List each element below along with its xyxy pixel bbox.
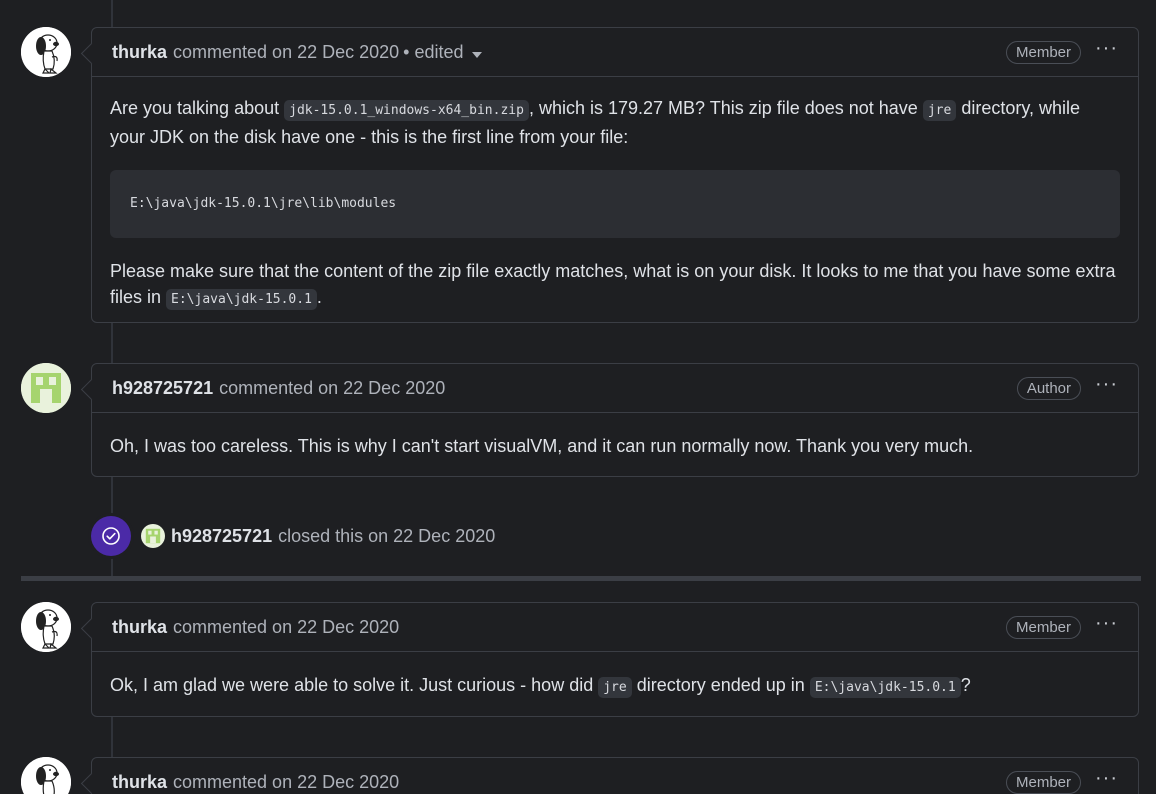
comment-body: Oh, I was too careless. This is why I ca… xyxy=(92,413,1138,477)
role-badge: Member xyxy=(1006,40,1082,64)
identicon-avatar-icon[interactable] xyxy=(21,363,71,413)
comment-timestamp[interactable]: commented on 22 Dec 2020 xyxy=(219,378,445,399)
issue-timeline: thurka commented on 22 Dec 2020 • edited… xyxy=(0,0,1156,794)
comment-timestamp[interactable]: commented on 22 Dec 2020 xyxy=(173,617,399,638)
timeline-line xyxy=(111,0,113,28)
comment-body: Ok, I am glad we were able to solve it. … xyxy=(92,652,1138,719)
edited-indicator[interactable]: • edited xyxy=(403,42,463,63)
comment-card: h928725721 commented on 22 Dec 2020 Auth… xyxy=(91,363,1139,477)
comment-paragraph: Oh, I was too careless. This is why I ca… xyxy=(110,436,974,456)
text-span: , which is 179.27 MB? This zip file does… xyxy=(528,98,923,118)
identicon-avatar-icon[interactable] xyxy=(141,524,165,548)
text-span: Are you talking about xyxy=(110,98,285,118)
comment-author[interactable]: h928725721 xyxy=(112,378,213,399)
comment-timestamp[interactable]: commented on 22 Dec 2020 xyxy=(173,42,399,63)
inline-code: jre xyxy=(598,677,632,698)
comment-author[interactable]: thurka xyxy=(112,42,167,63)
comment-header: thurka commented on 22 Dec 2020 • edited… xyxy=(92,28,1138,77)
snoopy-avatar-icon[interactable] xyxy=(21,757,71,794)
check-circle-icon xyxy=(91,516,131,556)
more-options-icon[interactable]: ··· xyxy=(1095,613,1118,641)
text-span: ? xyxy=(960,675,971,695)
text-span: directory ended up in xyxy=(631,675,810,695)
chevron-down-icon[interactable] xyxy=(471,52,482,58)
comment-paragraph: Ok, I am glad we were able to solve it. … xyxy=(110,672,1120,701)
more-options-icon[interactable]: ··· xyxy=(1095,374,1118,402)
snoopy-avatar-icon[interactable] xyxy=(21,602,71,652)
timeline-line xyxy=(111,716,113,758)
inline-code: E:\java\jdk-15.0.1 xyxy=(809,677,961,698)
comment-timestamp[interactable]: commented on 22 Dec 2020 xyxy=(173,772,399,793)
more-options-icon[interactable]: ··· xyxy=(1095,768,1118,794)
more-options-icon[interactable]: ··· xyxy=(1095,38,1118,66)
inline-code: E:\java\jdk-15.0.1 xyxy=(166,289,317,310)
inline-code: jre xyxy=(922,100,957,121)
event-text: closed this on 22 Dec 2020 xyxy=(278,525,496,546)
text-span: Ok, I am glad we were able to solve it. … xyxy=(110,675,599,695)
role-badge: Member xyxy=(1006,770,1082,794)
comment-paragraph: Please make sure that the content of the… xyxy=(110,258,1120,313)
comment-body: Are you talking about jdk-15.0.1_windows… xyxy=(92,77,1138,331)
inline-code: jdk-15.0.1_windows-x64_bin.zip xyxy=(284,100,529,121)
comment-header: thurka commented on 22 Dec 2020 Member ·… xyxy=(92,603,1138,652)
role-badge: Author xyxy=(1016,376,1082,400)
snoopy-avatar-icon[interactable] xyxy=(21,27,71,77)
code-block: E:\java\jdk-15.0.1\jre\lib\modules xyxy=(110,170,1120,238)
event-actor[interactable]: h928725721 xyxy=(171,526,272,547)
comment-card: thurka commented on 22 Dec 2020 Member ·… xyxy=(91,757,1139,794)
timeline-divider xyxy=(21,576,1141,581)
role-badge: Member xyxy=(1006,615,1082,639)
comment-card: thurka commented on 22 Dec 2020 Member ·… xyxy=(91,602,1139,717)
comment-header: thurka commented on 22 Dec 2020 Member ·… xyxy=(92,758,1138,794)
text-span: . xyxy=(316,287,322,307)
comment-author[interactable]: thurka xyxy=(112,617,167,638)
comment-header: h928725721 commented on 22 Dec 2020 Auth… xyxy=(92,364,1138,413)
comment-card: thurka commented on 22 Dec 2020 • edited… xyxy=(91,27,1139,323)
comment-author[interactable]: thurka xyxy=(112,772,167,793)
closed-event: h928725721 closed this on 22 Dec 2020 xyxy=(91,516,495,556)
comment-paragraph: Are you talking about jdk-15.0.1_windows… xyxy=(110,95,1120,150)
